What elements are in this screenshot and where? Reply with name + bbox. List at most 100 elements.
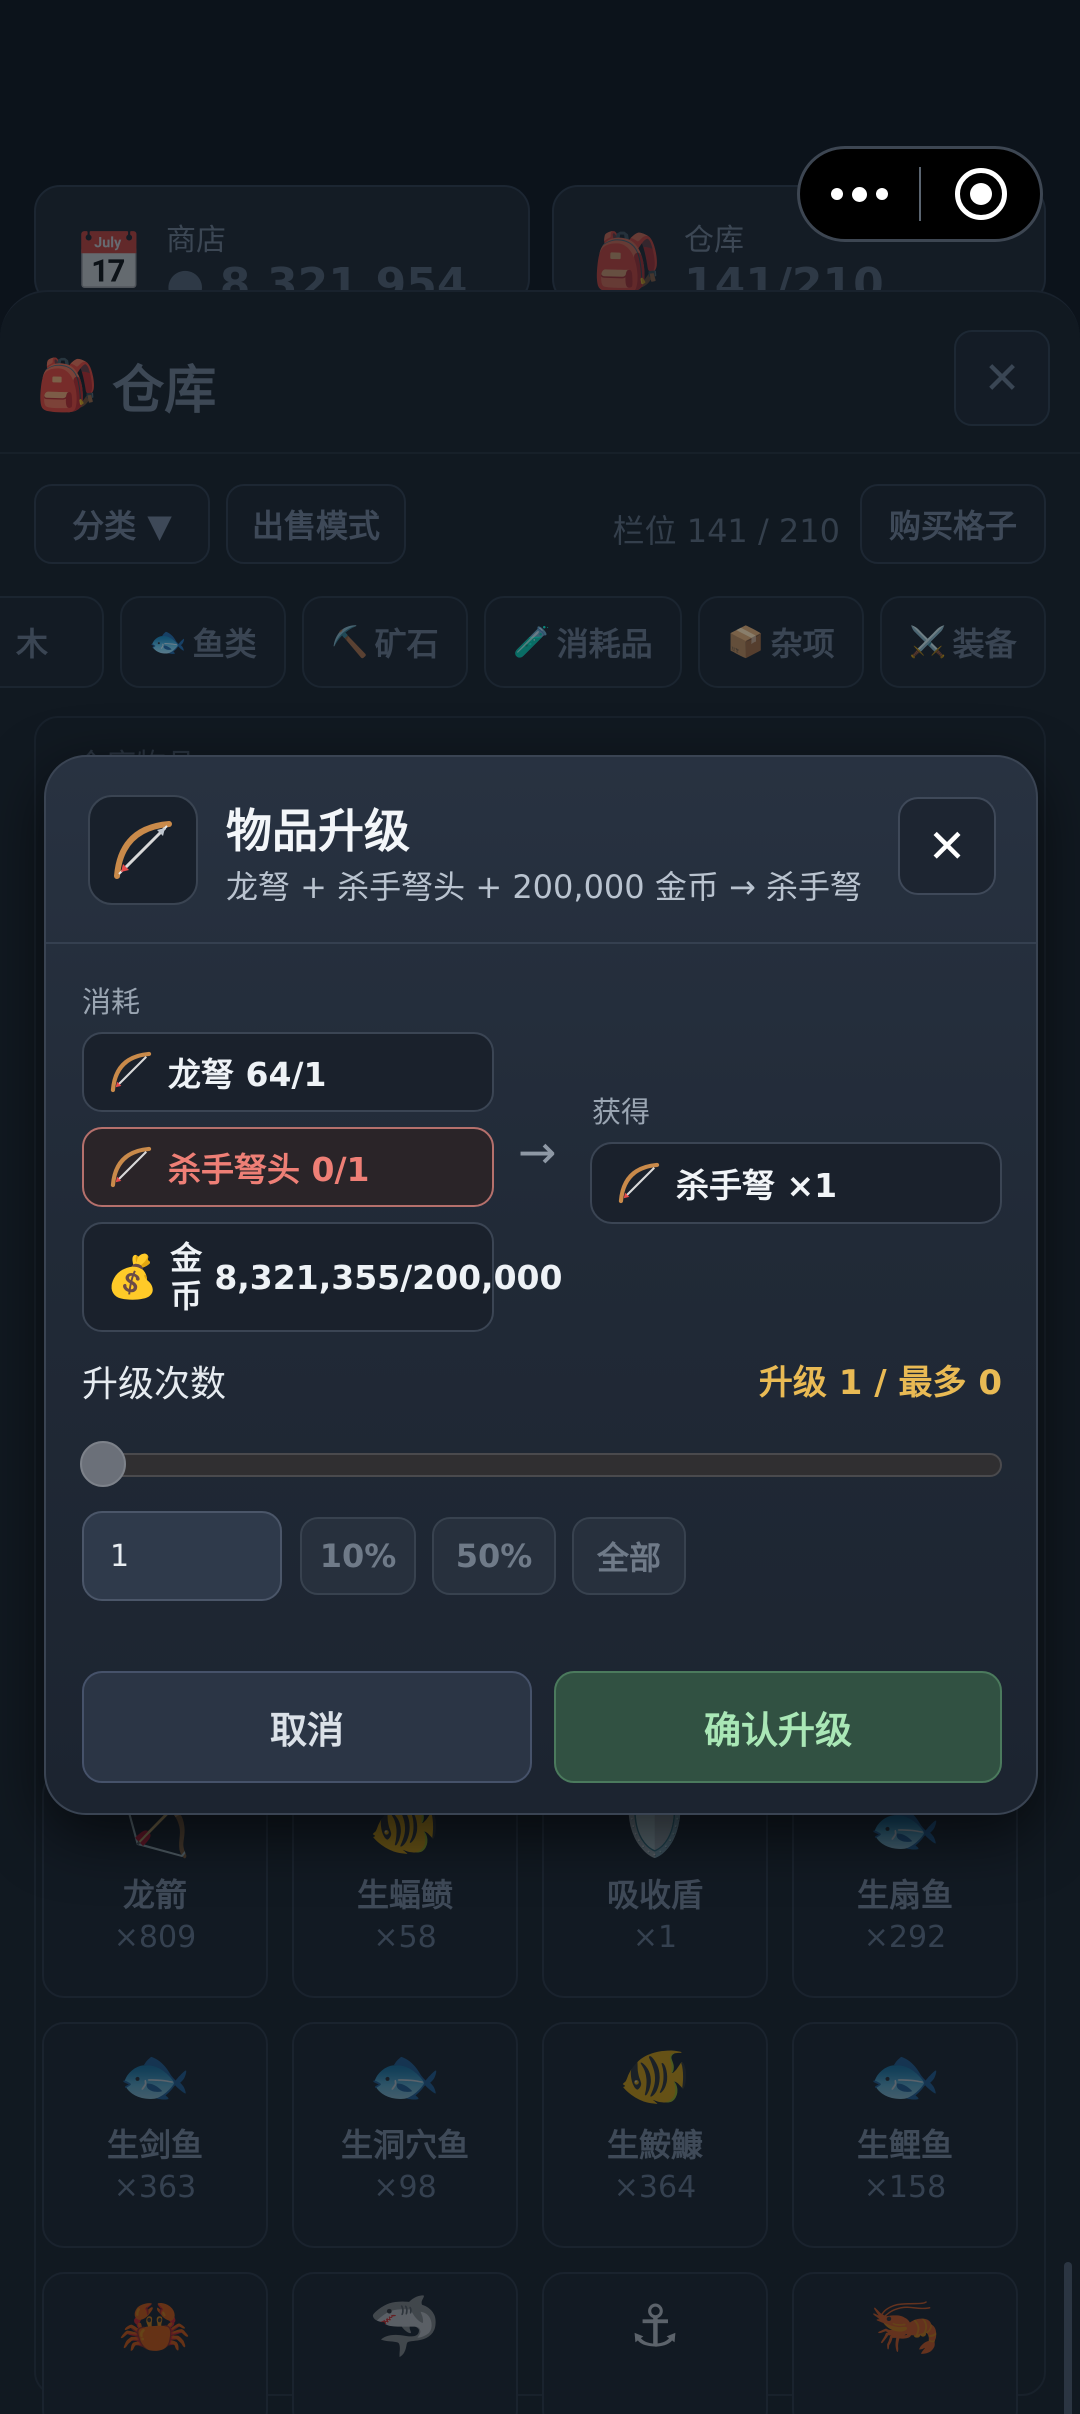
gold-value: 8,321,355/200,000 — [214, 1257, 563, 1297]
inventory-item[interactable]: 🐟 生剑鱼 ×363 — [42, 2022, 268, 2248]
item-name: 生扇鱼 — [856, 1876, 953, 1914]
warehouse-panel-header: 🎒 仓库 — [36, 348, 216, 423]
quantity-input[interactable] — [82, 1511, 282, 1601]
consume-item-text: 杀手弩头 0/1 — [168, 1150, 370, 1189]
modal-subtitle: 龙弩 + 杀手弩头 + 200,000 金币 → 杀手弩 — [226, 868, 862, 906]
item-name: 生剑鱼 — [106, 2126, 203, 2164]
confirm-upgrade-button[interactable]: 确认升级 — [554, 1671, 1002, 1783]
backpack-icon: 🎒 — [36, 356, 99, 414]
anchor-icon: ⚓ — [629, 2292, 681, 2360]
consume-item-dragon-crossbow: 龙弩 64/1 — [82, 1032, 494, 1112]
sell-mode-button[interactable]: 出售模式 — [226, 484, 406, 564]
tab-misc[interactable]: 📦 杂项 — [698, 596, 864, 688]
fish-icon: 🐟 — [868, 2042, 942, 2110]
tab-label: 装备 — [952, 625, 1017, 663]
fish-icon: 🐟 — [149, 624, 187, 660]
item-count: ×364 — [613, 2170, 697, 2205]
slider-handle[interactable] — [80, 1441, 126, 1487]
bow-arrow-icon — [88, 795, 198, 905]
upgrade-count-status: 升级 1 / 最多 0 — [758, 1363, 1002, 1403]
item-count: ×58 — [373, 1920, 437, 1955]
shop-card[interactable]: 📅 商店 ● 8,321,954 — [34, 185, 530, 310]
quick-10-percent-button[interactable]: 10% — [300, 1517, 416, 1595]
item-name: 生蝠鲼 — [356, 1876, 453, 1914]
consume-item-killer-bolt: 杀手弩头 0/1 — [82, 1127, 494, 1207]
miniprogram-capsule — [797, 146, 1043, 242]
scrollbar[interactable] — [1064, 2262, 1072, 2414]
shrimp-icon: 🦐 — [868, 2292, 942, 2360]
tab-equipment[interactable]: ⚔️ 装备 — [880, 596, 1046, 688]
more-icon[interactable] — [800, 149, 919, 239]
gain-label: 获得 — [592, 1095, 651, 1129]
item-count: ×292 — [863, 1920, 947, 1955]
divider — [0, 452, 1080, 454]
consume-gold: 💰 金 币 8,321,355/200,000 — [82, 1222, 562, 1332]
inventory-item[interactable]: 🦀 — [42, 2272, 268, 2414]
close-button[interactable]: ✕ — [898, 797, 996, 895]
gain-item-text: 杀手弩 ×1 — [676, 1166, 838, 1205]
warehouse-toolbar: 分类 ▼ 出售模式 栏位 141 / 210 购买格子 — [34, 484, 1046, 564]
tab-label: 木 — [15, 625, 48, 663]
tab-label: 杂项 — [770, 625, 835, 663]
buy-slots-button[interactable]: 购买格子 — [860, 484, 1046, 564]
modal-title: 物品升级 — [226, 804, 410, 858]
item-count: ×98 — [373, 2170, 437, 2205]
category-tabs: 木 🐟 鱼类 ⛏️ 矿石 🧪 消耗品 📦 杂项 ⚔️ 装备 — [0, 596, 1080, 688]
item-name: 生鲤鱼 — [856, 2126, 953, 2164]
upgrade-count-label: 升级次数 — [82, 1364, 227, 1405]
bow-arrow-icon — [110, 1051, 152, 1093]
tropical-fish-icon: 🐠 — [618, 2042, 692, 2110]
pickaxe-icon: ⛏️ — [331, 624, 369, 660]
close-target-icon[interactable] — [921, 149, 1040, 239]
upgrade-modal: 物品升级 龙弩 + 杀手弩头 + 200,000 金币 → 杀手弩 ✕ 消耗 龙… — [44, 755, 1038, 1815]
bow-arrow-icon — [618, 1162, 660, 1204]
inventory-item[interactable]: 🐠 生鮟鱇 ×364 — [542, 2022, 768, 2248]
money-bag-icon: 💰 — [106, 1252, 159, 1301]
shop-card-label: 商店 — [166, 223, 226, 258]
inventory-item[interactable]: 🦐 — [792, 2272, 1018, 2414]
crab-icon: 🦀 — [118, 2292, 192, 2360]
calendar-shop-icon: 📅 — [74, 230, 144, 295]
warehouse-card-label: 仓库 — [684, 223, 744, 258]
item-count: ×363 — [113, 2170, 197, 2205]
box-icon: 📦 — [727, 624, 765, 660]
backpack-icon: 🎒 — [592, 230, 662, 295]
item-name: 生鮟鱇 — [606, 2126, 703, 2164]
upgrade-count-slider[interactable] — [82, 1453, 1002, 1477]
inventory-item[interactable]: 🐟 生洞穴鱼 ×98 — [292, 2022, 518, 2248]
quick-all-button[interactable]: 全部 — [572, 1517, 686, 1595]
item-name: 吸收盾 — [606, 1876, 703, 1914]
category-dropdown[interactable]: 分类 ▼ — [34, 484, 210, 564]
tab-wood[interactable]: 木 — [0, 596, 104, 688]
shark-icon: 🦈 — [368, 2292, 442, 2360]
tab-fish[interactable]: 🐟 鱼类 — [120, 596, 286, 688]
consume-item-text: 龙弩 64/1 — [168, 1055, 327, 1094]
warehouse-close-button[interactable]: ✕ — [954, 330, 1050, 426]
potion-icon: 🧪 — [513, 624, 551, 660]
inventory-item[interactable]: 🦈 — [292, 2272, 518, 2414]
quick-50-percent-button[interactable]: 50% — [432, 1517, 556, 1595]
slot-count-text: 栏位 141 / 210 — [612, 512, 840, 550]
gain-item: 杀手弩 ×1 — [590, 1142, 1002, 1224]
inventory-item[interactable]: ⚓ — [542, 2272, 768, 2414]
tab-label: 矿石 — [374, 625, 439, 663]
divider — [46, 942, 1036, 944]
gold-label-top: 金 — [170, 1239, 203, 1277]
item-count: ×1 — [632, 1920, 678, 1955]
item-count: ×809 — [113, 1920, 197, 1955]
bow-arrow-icon — [110, 1146, 152, 1188]
tab-consumables[interactable]: 🧪 消耗品 — [484, 596, 682, 688]
tab-ore[interactable]: ⛏️ 矿石 — [302, 596, 468, 688]
gold-label: 金 币 — [170, 1239, 202, 1315]
swords-icon: ⚔️ — [909, 624, 947, 660]
tab-label: 鱼类 — [192, 625, 257, 663]
tab-label: 消耗品 — [556, 625, 653, 663]
cancel-button[interactable]: 取消 — [82, 1671, 532, 1783]
warehouse-panel-title: 仓库 — [112, 361, 217, 421]
consume-label: 消耗 — [82, 985, 141, 1019]
inventory-item[interactable]: 🐟 生鲤鱼 ×158 — [792, 2022, 1018, 2248]
gold-label-bottom: 币 — [170, 1277, 203, 1315]
arrow-right-icon: → — [518, 1125, 557, 1179]
fish-icon: 🐟 — [368, 2042, 442, 2110]
item-name: 龙箭 — [122, 1876, 187, 1914]
